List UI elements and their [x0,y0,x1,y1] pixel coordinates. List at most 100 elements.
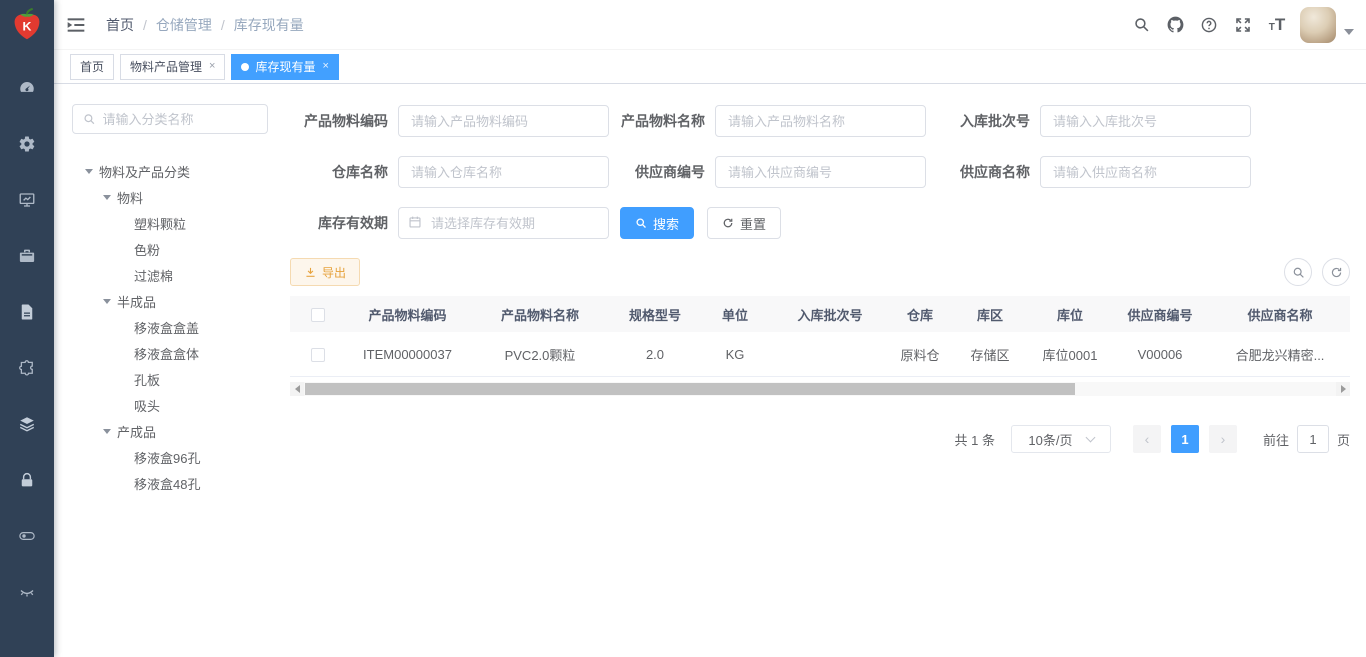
tree-expand-caret-icon[interactable] [85,169,93,174]
tree-node-label: 移液盒盒体 [134,344,199,363]
tree-node[interactable]: 物料 [72,184,282,210]
tree-node[interactable]: 物料及产品分类 [72,158,282,184]
sidebar-item-documents[interactable] [0,284,54,340]
current-page-button[interactable]: 1 [1171,425,1199,453]
close-icon[interactable]: × [209,61,215,72]
filter-label: 产品物料名称 [620,111,705,131]
select-all-checkbox[interactable] [311,308,325,322]
tree-node-label: 半成品 [117,292,156,311]
sidebar-item-layers[interactable] [0,396,54,452]
table-cell: V00006 [1110,347,1210,362]
tree-node[interactable]: 移液盒48孔 [72,470,282,496]
tree-node-label: 孔板 [134,370,160,389]
tree-node[interactable]: 移液盒96孔 [72,444,282,470]
tree-expand-caret-icon[interactable] [103,299,111,304]
sidebar-item-tools[interactable] [0,228,54,284]
tree-node[interactable]: 色粉 [72,236,282,262]
row-checkbox[interactable] [311,348,325,362]
refresh-button[interactable] [1322,258,1350,286]
calendar-icon [408,215,422,229]
toggle-search-button[interactable] [1284,258,1312,286]
sidebar-item-dashboard[interactable] [0,60,54,116]
prev-page-button[interactable]: ‹ [1133,425,1161,453]
reset-button[interactable]: 重置 [707,207,781,239]
avatar[interactable] [1300,7,1336,43]
tab-物料产品管理[interactable]: 物料产品管理× [120,54,225,80]
category-search-input[interactable] [102,112,257,127]
sidebar-item-permissions[interactable] [0,452,54,508]
sidebar-collapse-button[interactable] [54,0,98,50]
app-logo[interactable]: K [0,0,54,50]
header-cell: 库区 [950,305,1030,324]
filter-input-供应商编号[interactable] [715,156,926,188]
search-button[interactable]: 搜索 [620,207,694,239]
category-search-box [72,104,268,134]
filter-label: 供应商编号 [620,162,705,182]
page-size-value: 10条/页 [1028,430,1072,449]
tree-node[interactable]: 吸头 [72,392,282,418]
sidebar-item-monitor[interactable] [0,172,54,228]
tree-expand-caret-icon[interactable] [103,429,111,434]
header-cell: 规格型号 [610,305,700,324]
sidebar-item-hide[interactable] [0,564,54,620]
tree-node[interactable]: 过滤棉 [72,262,282,288]
tree-node[interactable]: 产成品 [72,418,282,444]
next-page-button[interactable]: › [1209,425,1237,453]
tree-node[interactable]: 塑料颗粒 [72,210,282,236]
tab-库存现有量[interactable]: 库存现有量× [231,54,338,80]
strawberry-logo-icon: K [8,6,46,44]
chevron-down-icon [1085,432,1095,442]
page-size-select[interactable]: 10条/页 [1011,425,1111,453]
filter-input-库存有效期[interactable] [398,207,609,239]
pagination-goto: 前往 页 [1263,425,1350,453]
filter-input-产品物料编码[interactable] [398,105,609,137]
goto-page-input[interactable] [1297,425,1329,453]
sidebar-item-components[interactable] [0,340,54,396]
inventory-table: 产品物料编码产品物料名称规格型号单位入库批次号仓库库区库位供应商编号供应商名称I… [290,296,1350,377]
filter-input-供应商名称[interactable] [1040,156,1251,188]
filter-field: 产品物料编码 [290,105,620,137]
github-link[interactable] [1158,0,1192,50]
table-row[interactable]: ITEM00000037PVC2.0颗粒2.0KG原料仓存储区库位0001V00… [290,332,1350,377]
tree-expand-caret-icon[interactable] [103,195,111,200]
filter-input-仓库名称[interactable] [398,156,609,188]
export-button[interactable]: 导出 [290,258,360,286]
sidebar-item-system[interactable] [0,116,54,172]
scrollbar-thumb[interactable] [305,383,1075,395]
sidebar: K [0,0,54,657]
help-button[interactable] [1192,0,1226,50]
scroll-right-arrow[interactable] [1336,382,1350,396]
font-size-button[interactable]: TT [1260,0,1294,50]
goto-unit-label: 页 [1337,430,1350,449]
sidebar-item-switch[interactable] [0,508,54,564]
tree-node[interactable]: 孔板 [72,366,282,392]
scroll-left-arrow[interactable] [290,382,304,396]
pagination: 共 1 条 10条/页 ‹ 1 › 前往 页 [955,425,1351,453]
search-icon [1292,266,1305,279]
font-size-icon: TT [1269,16,1286,33]
header-cell: 入库批次号 [770,305,890,324]
table-cell: KG [700,347,770,362]
tree-node[interactable]: 移液盒盒体 [72,340,282,366]
tree-node[interactable]: 移液盒盒盖 [72,314,282,340]
refresh-icon [722,217,734,229]
filter-field: 库存有效期 [290,207,620,239]
header-search-button[interactable] [1124,0,1158,50]
fullscreen-icon [1234,16,1252,34]
sidebar-menu [0,60,54,620]
breadcrumb-item[interactable]: 首页 [106,15,134,35]
breadcrumb-separator: / [143,17,147,33]
close-icon[interactable]: × [322,61,328,72]
header-cell: 供应商编号 [1110,305,1210,324]
puzzle-icon [18,359,36,377]
fullscreen-button[interactable] [1226,0,1260,50]
tab-首页[interactable]: 首页 [70,54,114,80]
filter-input-入库批次号[interactable] [1040,105,1251,137]
tree-node-label: 吸头 [134,396,160,415]
header-cell: 产品物料名称 [470,305,610,324]
tree-node-label: 塑料颗粒 [134,214,186,233]
tree-node[interactable]: 半成品 [72,288,282,314]
user-menu-caret-icon[interactable] [1344,29,1354,35]
filter-input-产品物料名称[interactable] [715,105,926,137]
tree-node-label: 移液盒96孔 [134,448,200,467]
